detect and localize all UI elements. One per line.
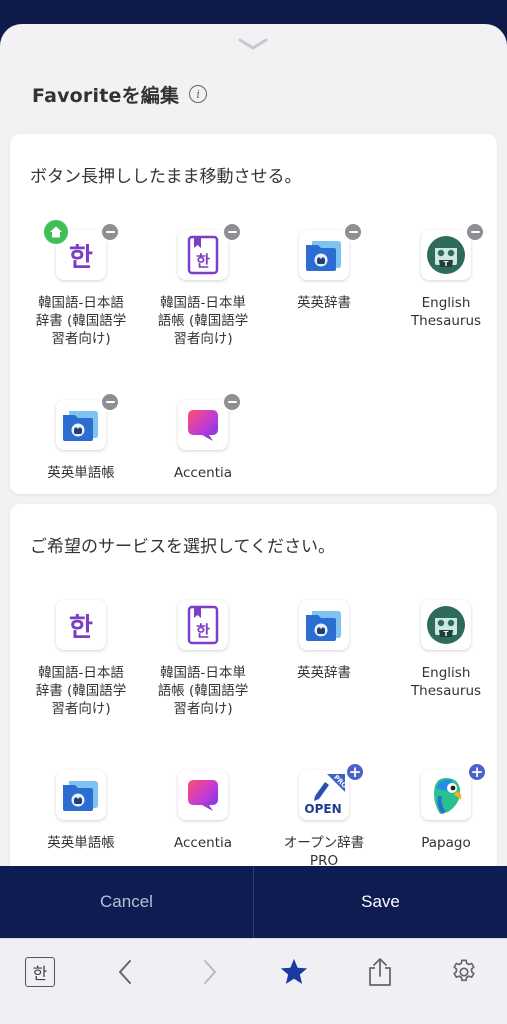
korean-vocab-icon: 한 bbox=[178, 600, 228, 650]
app-label: 韓国語-日本単 語帳 (韓国語学 習者向け) bbox=[157, 295, 249, 347]
app-tile[interactable]: 한 韓国語-日本語 辞書 (韓国語学 習者向け) bbox=[20, 600, 142, 718]
sheet-handle-chevron-icon[interactable] bbox=[237, 36, 269, 52]
app-label: 英英単語帳 bbox=[47, 835, 115, 851]
app-label: 韓国語-日本語 辞書 (韓国語学 習者向け) bbox=[35, 295, 127, 347]
svg-text:OPEN: OPEN bbox=[304, 802, 341, 816]
cancel-button[interactable]: Cancel bbox=[0, 866, 254, 938]
app-label: 英英辞書 bbox=[297, 295, 351, 311]
app-tile[interactable]: 英英単語帳 bbox=[20, 392, 142, 482]
app-label: Accentia bbox=[173, 465, 233, 481]
add-icon[interactable]: + bbox=[467, 762, 487, 782]
remove-icon[interactable] bbox=[465, 222, 485, 242]
dictionary-icon[interactable]: 한 bbox=[25, 957, 55, 987]
app-label: 韓国語-日本単 語帳 (韓国語学 習者向け) bbox=[157, 665, 249, 717]
app-tile[interactable]: 한 韓国語-日本単 語帳 (韓国語学 習者向け) bbox=[142, 222, 264, 348]
remove-icon[interactable] bbox=[222, 392, 242, 412]
app-tile[interactable]: 英英辞書 bbox=[263, 600, 385, 682]
remove-icon[interactable] bbox=[343, 222, 363, 242]
app-label: 英英辞書 bbox=[297, 665, 351, 681]
favorites-card: ボタン長押ししたまま移動させる。 한 韓国語-日本語 辞書 (韓国語学 習者向け)… bbox=[10, 134, 497, 494]
app-tile[interactable]: T English Thesaurus bbox=[385, 222, 507, 330]
app-label: オープン辞書 PRO bbox=[283, 835, 365, 866]
edit-favorites-sheet: Favoriteを編集 i ボタン長押ししたまま移動させる。 한 韓国語-日本語 … bbox=[0, 24, 507, 866]
app-label: English Thesaurus bbox=[410, 295, 482, 329]
svg-text:한: 한 bbox=[196, 622, 210, 640]
settings-icon[interactable] bbox=[449, 957, 479, 987]
app-label: 韓国語-日本語 辞書 (韓国語学 習者向け) bbox=[35, 665, 127, 717]
svg-text:T: T bbox=[444, 260, 449, 268]
app-tile[interactable]: 한 韓国語-日本単 語帳 (韓国語学 習者向け) bbox=[142, 600, 264, 718]
remove-icon[interactable] bbox=[100, 392, 120, 412]
app-label: 英英単語帳 bbox=[47, 465, 115, 481]
action-bar: Cancel Save bbox=[0, 866, 507, 938]
app-tile[interactable]: 한 韓国語-日本語 辞書 (韓国語学 習者向け) bbox=[20, 218, 142, 348]
english-vocab-icon bbox=[56, 392, 120, 450]
add-icon[interactable]: + bbox=[345, 762, 365, 782]
english-vocab-icon bbox=[56, 770, 106, 820]
svg-text:한: 한 bbox=[196, 252, 210, 270]
thesaurus-icon: T bbox=[421, 222, 485, 280]
accentia-icon bbox=[178, 770, 228, 820]
app-label: Accentia bbox=[173, 835, 233, 851]
sheet-header: Favoriteを編集 i bbox=[32, 80, 208, 108]
home-icon bbox=[42, 218, 70, 246]
papago-icon: + bbox=[421, 762, 487, 820]
app-tile[interactable]: Accentia bbox=[142, 770, 264, 852]
app-tile[interactable]: + Papago bbox=[385, 762, 507, 852]
services-card: ご希望のサービスを選択してください。 한 韓国語-日本語 辞書 (韓国語学 習者向… bbox=[10, 504, 497, 866]
app-tile[interactable]: 英英単語帳 bbox=[20, 770, 142, 852]
app-tile[interactable]: Accentia bbox=[142, 392, 264, 482]
remove-icon[interactable] bbox=[222, 222, 242, 242]
english-dict-icon bbox=[299, 600, 349, 650]
remove-icon[interactable] bbox=[100, 222, 120, 242]
app-tile[interactable]: T English Thesaurus bbox=[385, 600, 507, 700]
forward-icon[interactable] bbox=[195, 957, 225, 987]
bottom-toolbar: 한 bbox=[0, 938, 507, 1024]
svg-text:T: T bbox=[444, 630, 449, 638]
share-icon[interactable] bbox=[365, 957, 395, 987]
english-dict-icon bbox=[299, 222, 363, 280]
back-icon[interactable] bbox=[110, 957, 140, 987]
accentia-icon bbox=[178, 392, 242, 450]
dictionary-glyph: 한 bbox=[25, 957, 55, 987]
korean-dict-icon: 한 bbox=[42, 218, 120, 280]
services-instruction: ご希望のサービスを選択してください。 bbox=[30, 537, 335, 557]
star-icon[interactable] bbox=[279, 957, 309, 987]
thesaurus-icon: T bbox=[421, 600, 471, 650]
favorites-instruction: ボタン長押ししたまま移動させる。 bbox=[30, 167, 302, 187]
save-button[interactable]: Save bbox=[254, 866, 507, 938]
open-dict-pro-icon: PRO OPEN + bbox=[299, 762, 365, 820]
korean-dict-icon: 한 bbox=[56, 600, 106, 650]
app-tile[interactable]: 英英辞書 bbox=[263, 222, 385, 312]
app-tile[interactable]: PRO OPEN + オープン辞書 PRO bbox=[263, 762, 385, 866]
page-title: Favoriteを編集 bbox=[32, 84, 180, 107]
korean-vocab-icon: 한 bbox=[178, 222, 242, 280]
app-label: Papago bbox=[421, 835, 471, 851]
info-icon[interactable]: i bbox=[189, 85, 208, 103]
app-label: English Thesaurus bbox=[410, 665, 482, 699]
